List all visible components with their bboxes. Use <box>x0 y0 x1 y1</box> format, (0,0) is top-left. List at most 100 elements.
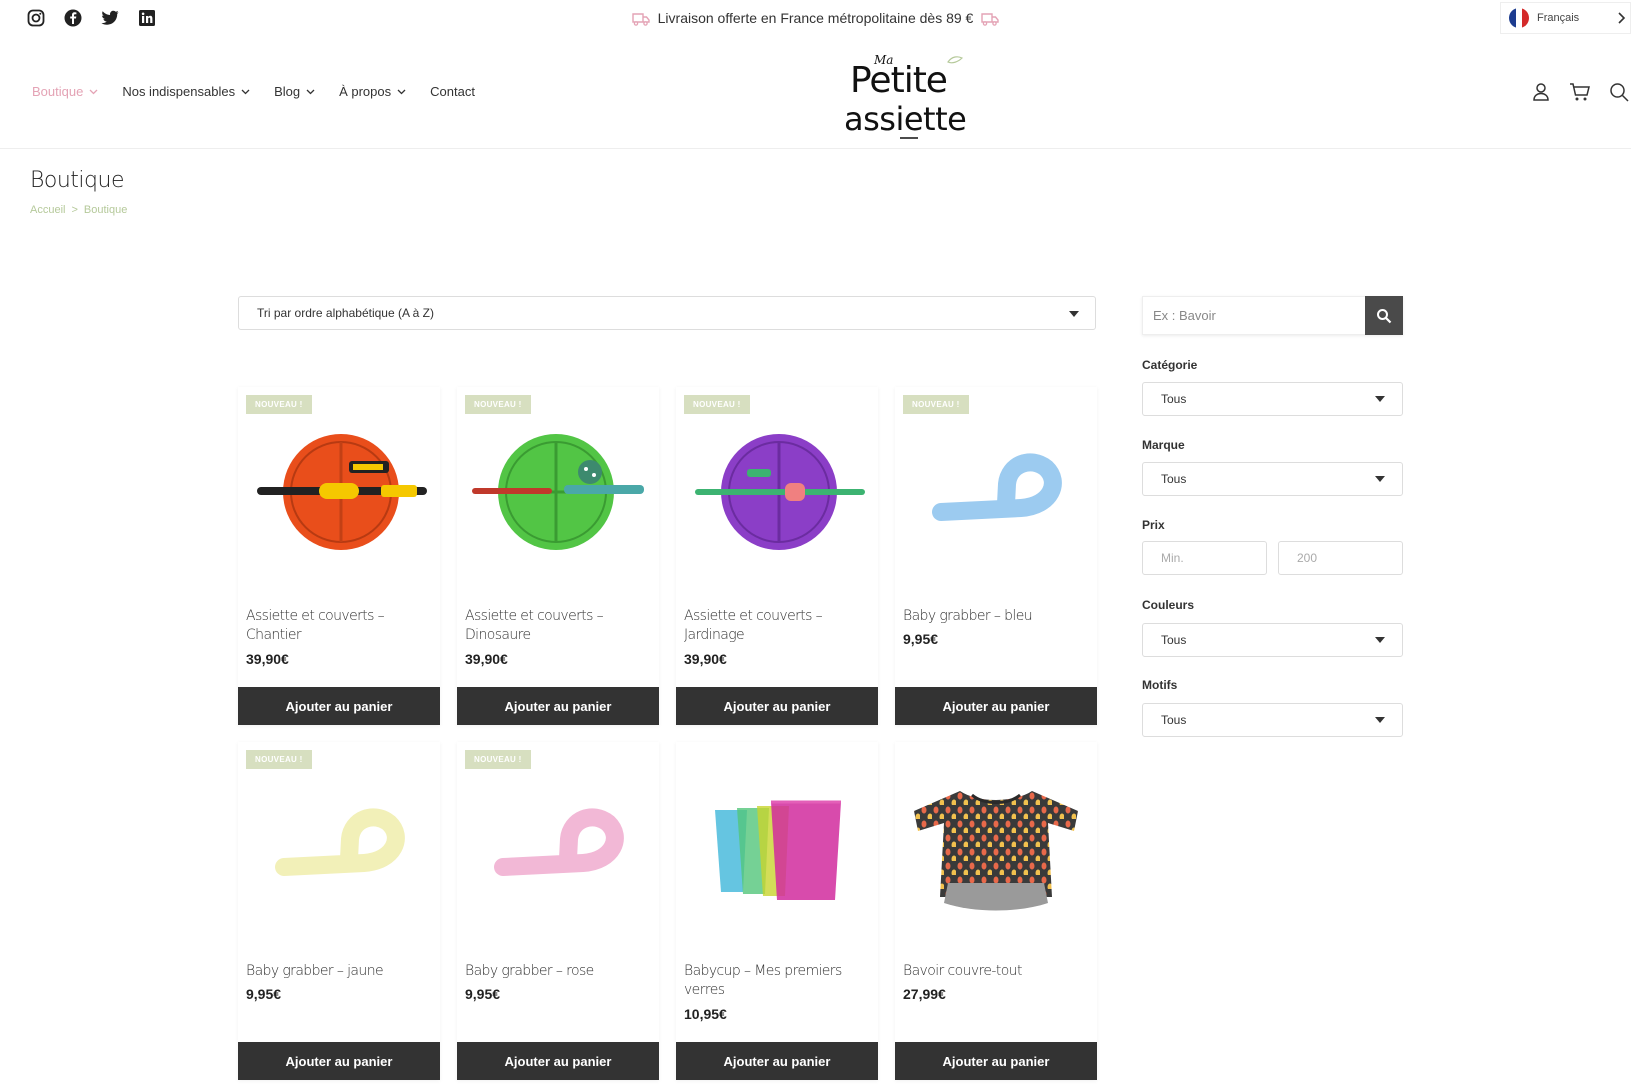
chevron-down-icon <box>241 89 250 94</box>
product-image[interactable] <box>895 387 1097 597</box>
product-card[interactable]: NOUVEAU ! Assiette et couverts – Jardina… <box>676 387 878 725</box>
price-max-input[interactable] <box>1278 541 1403 575</box>
product-search <box>1142 296 1403 335</box>
breadcrumb-separator: > <box>71 204 78 216</box>
new-badge: NOUVEAU ! <box>246 395 312 414</box>
caret-down-icon <box>1375 476 1385 482</box>
product-card[interactable]: NOUVEAU ! Assiette et couverts – Chantie… <box>238 387 440 725</box>
select-value: Tous <box>1161 472 1187 486</box>
nav-item-indispensables[interactable]: Nos indispensables <box>122 84 250 99</box>
promo-banner: Livraison offerte en France métropolitai… <box>0 10 1631 29</box>
search-button[interactable] <box>1365 296 1403 335</box>
product-image[interactable] <box>457 742 659 952</box>
caret-down-icon <box>1375 717 1385 723</box>
breadcrumb-current: Boutique <box>83 204 128 216</box>
search-icon <box>1377 308 1392 323</box>
product-image[interactable] <box>238 742 440 952</box>
pattern-select[interactable]: Tous <box>1142 703 1403 737</box>
chevron-down-icon <box>306 89 315 94</box>
product-price: 9,95€ <box>903 631 939 647</box>
add-to-cart-button[interactable]: Ajouter au panier <box>895 687 1097 725</box>
new-badge: NOUVEAU ! <box>684 395 750 414</box>
breadcrumb: Accueil > Boutique <box>30 204 127 216</box>
nav-label: Nos indispensables <box>122 84 236 99</box>
product-image[interactable] <box>676 742 878 952</box>
search-icon[interactable] <box>1609 82 1629 107</box>
filter-label-prix: Prix <box>1142 518 1165 532</box>
product-price: 39,90€ <box>684 651 727 667</box>
filter-label-couleurs: Couleurs <box>1142 598 1195 612</box>
site-logo[interactable]: Ma Petite assiette <box>838 44 968 144</box>
filter-label-motifs: Motifs <box>1142 678 1178 692</box>
page-title: Boutique <box>30 168 125 193</box>
product-name[interactable]: Assiette et couverts – Jardinage <box>684 607 870 645</box>
header-actions <box>1531 82 1629 107</box>
leaf-icon <box>947 56 964 64</box>
chevron-right-icon <box>1616 11 1626 28</box>
main-nav: Boutique Nos indispensables Blog À propo… <box>32 84 475 99</box>
add-to-cart-button[interactable]: Ajouter au panier <box>676 1042 878 1080</box>
product-price: 39,90€ <box>465 651 508 667</box>
product-price: 9,95€ <box>465 986 501 1002</box>
add-to-cart-button[interactable]: Ajouter au panier <box>457 687 659 725</box>
add-to-cart-button[interactable]: Ajouter au panier <box>238 687 440 725</box>
new-badge: NOUVEAU ! <box>465 750 531 769</box>
filter-label-categorie: Catégorie <box>1142 358 1198 372</box>
product-card[interactable]: NOUVEAU ! Baby grabber – jaune 9,95€ Ajo… <box>238 742 440 1080</box>
product-name[interactable]: Baby grabber – jaune <box>246 962 432 981</box>
caret-down-icon <box>1375 396 1385 402</box>
product-price: 27,99€ <box>903 986 946 1002</box>
product-name[interactable]: Baby grabber – bleu <box>903 607 1089 626</box>
logo-line1: Petite <box>850 60 947 101</box>
logo-line2: assiette <box>844 100 966 138</box>
add-to-cart-button[interactable]: Ajouter au panier <box>238 1042 440 1080</box>
select-value: Tous <box>1161 713 1187 727</box>
product-card[interactable]: NOUVEAU ! Baby grabber – bleu 9,95€ Ajou… <box>895 387 1097 725</box>
category-select[interactable]: Tous <box>1142 382 1403 416</box>
product-name[interactable]: Assiette et couverts – Chantier <box>246 607 432 645</box>
language-switcher[interactable]: Français <box>1500 2 1631 34</box>
promo-text: Livraison offerte en France métropolitai… <box>657 10 974 26</box>
breadcrumb-home-link[interactable]: Accueil <box>30 204 65 216</box>
sort-selected-label: Tri par ordre alphabétique (A à Z) <box>257 306 434 320</box>
product-name[interactable]: Babycup – Mes premiers verres <box>684 962 870 1000</box>
nav-item-blog[interactable]: Blog <box>274 84 315 99</box>
nav-item-contact[interactable]: Contact <box>430 84 475 99</box>
caret-down-icon <box>1375 637 1385 643</box>
add-to-cart-button[interactable]: Ajouter au panier <box>676 687 878 725</box>
product-image[interactable] <box>457 387 659 597</box>
add-to-cart-button[interactable]: Ajouter au panier <box>895 1042 1097 1080</box>
product-image[interactable] <box>238 387 440 597</box>
product-name[interactable]: Baby grabber – rose <box>465 962 651 981</box>
top-bar: Livraison offerte en France métropolitai… <box>0 0 1631 38</box>
product-card[interactable]: Bavoir couvre-tout 27,99€ Ajouter au pan… <box>895 742 1097 1080</box>
product-name[interactable]: Assiette et couverts – Dinosaure <box>465 607 651 645</box>
product-image[interactable] <box>676 387 878 597</box>
cart-icon[interactable] <box>1569 82 1591 107</box>
add-to-cart-button[interactable]: Ajouter au panier <box>457 1042 659 1080</box>
truck-icon <box>631 12 650 29</box>
product-card[interactable]: NOUVEAU ! Baby grabber – rose 9,95€ Ajou… <box>457 742 659 1080</box>
search-input[interactable] <box>1142 296 1365 335</box>
nav-item-boutique[interactable]: Boutique <box>32 84 98 99</box>
product-image[interactable] <box>895 742 1097 952</box>
chevron-down-icon <box>397 89 406 94</box>
language-label: Français <box>1537 12 1580 24</box>
sort-select[interactable]: Tri par ordre alphabétique (A à Z) <box>238 296 1096 330</box>
price-min-input[interactable] <box>1142 541 1267 575</box>
product-name[interactable]: Bavoir couvre-tout <box>903 962 1089 981</box>
nav-item-a-propos[interactable]: À propos <box>339 84 406 99</box>
user-account-icon[interactable] <box>1531 82 1551 107</box>
product-card[interactable]: Babycup – Mes premiers verres 10,95€ Ajo… <box>676 742 878 1080</box>
new-badge: NOUVEAU ! <box>903 395 969 414</box>
nav-label: À propos <box>339 84 392 99</box>
product-price: 10,95€ <box>684 1006 727 1022</box>
site-header: Boutique Nos indispensables Blog À propo… <box>0 38 1631 149</box>
select-value: Tous <box>1161 633 1187 647</box>
brand-select[interactable]: Tous <box>1142 462 1403 496</box>
nav-label: Contact <box>430 84 475 99</box>
color-select[interactable]: Tous <box>1142 623 1403 657</box>
new-badge: NOUVEAU ! <box>465 395 531 414</box>
product-price: 9,95€ <box>246 986 282 1002</box>
product-card[interactable]: NOUVEAU ! Assiette et couverts – Dinosau… <box>457 387 659 725</box>
